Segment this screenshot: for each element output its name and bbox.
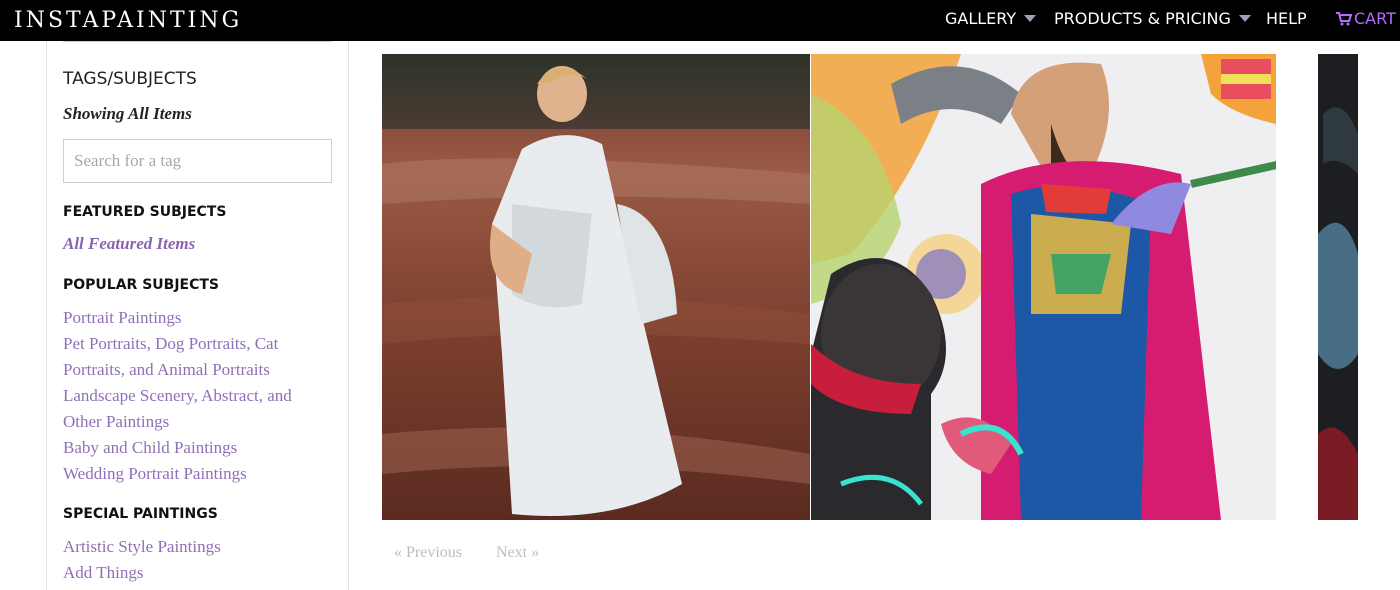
subject-link-baby-child[interactable]: Baby and Child Paintings [63, 435, 328, 461]
showing-all-items-text: Showing All Items [63, 104, 192, 123]
painting-tile[interactable] [382, 54, 810, 520]
subject-link-portrait[interactable]: Portrait Paintings [63, 305, 328, 331]
nav-products-pricing[interactable]: PRODUCTS & PRICING [1054, 9, 1251, 28]
popular-subjects-heading: POPULAR SUBJECTS [63, 277, 220, 293]
popular-subjects-list: Portrait Paintings Pet Portraits, Dog Po… [63, 305, 328, 487]
tags-subjects-heading: TAGS/SUBJECTS [63, 69, 197, 89]
nav-gallery[interactable]: GALLERY [945, 9, 1037, 28]
nav-cart[interactable]: CART [1336, 9, 1396, 28]
cart-icon [1336, 11, 1352, 25]
special-paintings-list: Artistic Style Paintings Add Things [63, 534, 328, 586]
site-logo[interactable]: INSTAPAINTING [14, 8, 242, 33]
chevron-down-icon [1024, 15, 1037, 22]
all-featured-items-link[interactable]: All Featured Items [63, 234, 195, 254]
partial-painting-image [1318, 54, 1358, 520]
subject-link-add-things[interactable]: Add Things [63, 560, 328, 586]
subject-link-pet-portraits[interactable]: Pet Portraits, Dog Portraits, Cat Portra… [63, 331, 328, 383]
previous-page-link[interactable]: « Previous [394, 544, 462, 562]
top-navbar: INSTAPAINTING GALLERY PRODUCTS & PRICING… [0, 0, 1400, 41]
tags-sidebar: TAGS/SUBJECTS Showing All Items FEATURED… [46, 41, 349, 590]
nav-help[interactable]: HELP [1266, 9, 1307, 28]
subject-link-artistic-style[interactable]: Artistic Style Paintings [63, 534, 328, 560]
hero-dog-painting-image [811, 54, 1276, 520]
subject-link-landscape[interactable]: Landscape Scenery, Abstract, and Other P… [63, 383, 328, 435]
nav-products-label: PRODUCTS & PRICING [1054, 9, 1231, 28]
nav-help-label: HELP [1266, 9, 1307, 28]
wedding-painting-image [382, 54, 810, 520]
divider [63, 41, 332, 42]
subject-link-wedding[interactable]: Wedding Portrait Paintings [63, 461, 328, 487]
tag-search-input[interactable] [63, 139, 332, 183]
chevron-down-icon [1238, 15, 1251, 22]
painting-tile[interactable] [1318, 54, 1358, 520]
nav-cart-label: CART [1354, 9, 1396, 28]
special-paintings-heading: SPECIAL PAINTINGS [63, 506, 218, 522]
nav-gallery-label: GALLERY [945, 9, 1017, 28]
next-page-link[interactable]: Next » [496, 544, 539, 562]
painting-tile[interactable] [811, 54, 1276, 520]
painting-gallery [382, 54, 1358, 520]
featured-subjects-heading: FEATURED SUBJECTS [63, 204, 227, 220]
